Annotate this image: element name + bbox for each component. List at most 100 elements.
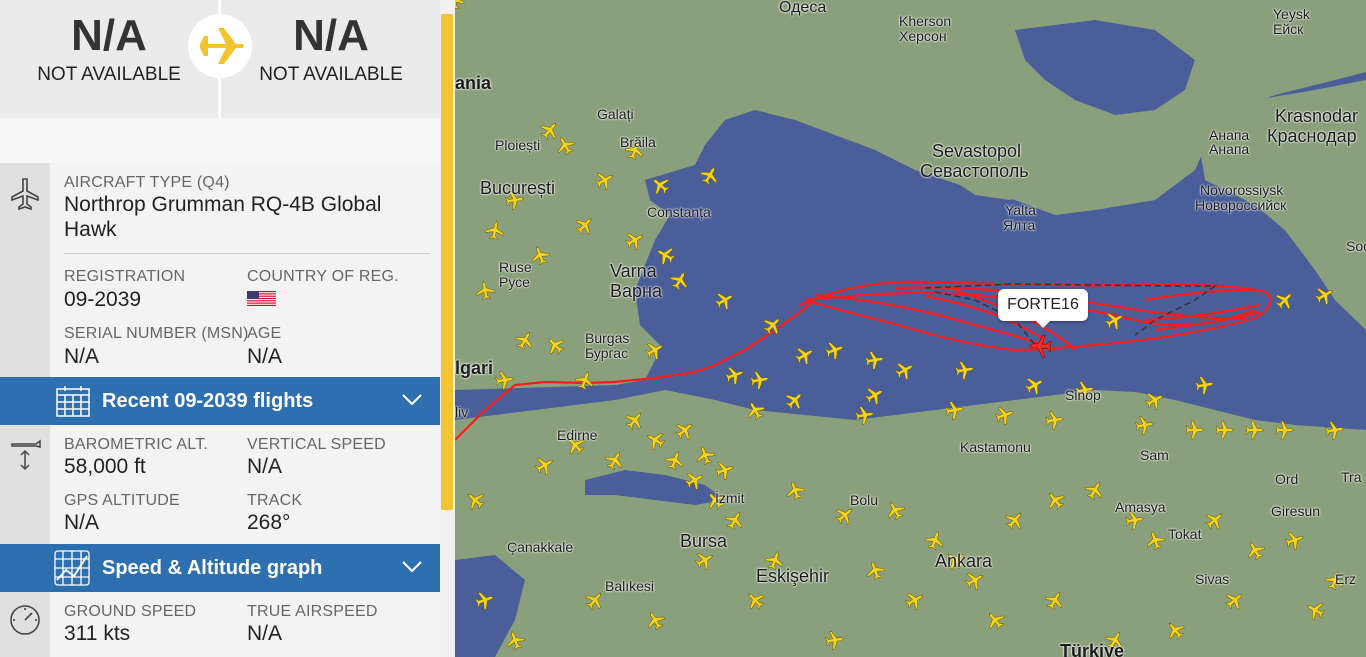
map-label-bolu: Bolu [850,492,879,508]
country-label: COUNTRY OF REG. [247,268,399,285]
aircraft-type-value-line2: Hawk [64,218,117,241]
map-label-ruse-cyr: Русе [499,274,530,290]
origin-block[interactable]: N/A NOT AVAILABLE [0,0,218,118]
map-label-burgas-cyr: Бургас [585,345,629,361]
map-label-odesa: Одеса [779,0,827,16]
vertical-speed-value: N/A [247,455,283,478]
vertical-speed-label: VERTICAL SPEED [247,436,386,453]
map-label-braila: Brăila [620,134,656,150]
map-label-bucuresti: București [480,178,556,198]
map-label-balikesir: Balıkesi [605,578,655,594]
map-label-canakkale: Çanakkale [507,539,574,555]
aircraft-type-value-line1: Northrop Grumman RQ-4B Global [64,193,382,216]
destination-block[interactable]: N/A NOT AVAILABLE [222,0,440,118]
origin-label: NOT AVAILABLE [37,64,181,85]
ground-speed-value: 311 kts [64,622,131,645]
calendar-icon [56,386,90,417]
map-label-romania: ania [455,73,492,93]
map-label-novorossiysk-cyr: Новороссийск [1195,197,1287,213]
graph-bar-title: Speed & Altitude graph [102,557,323,579]
speed-section: GROUND SPEED 311 kts TRUE AIRSPEED N/A [0,592,440,657]
map-label-sevastopol-cyr: Севастополь [920,161,1029,181]
map-label-burgas: Burgas [585,330,630,346]
aircraft-section-icon-col [0,163,50,377]
recent-flights-icon-col [0,377,50,425]
map-label-galati: Galați [597,106,634,122]
map-label-yeysk: Yeysk [1273,6,1310,22]
map-label-giresun: Giresun [1271,503,1321,519]
map-base [455,0,1366,657]
gps-alt-label: GPS ALTITUDE [64,492,180,509]
map-label-ruse: Ruse [499,259,532,275]
track-label: TRACK [247,492,303,509]
spacer-band [0,118,440,163]
map-label-kherson-cyr: Херсон [899,28,947,44]
map-label-kastamonu: Kastamonu [960,439,1031,455]
aircraft-section: AIRCRAFT TYPE (Q4) Northrop Grumman RQ-4… [0,163,440,377]
registration-value: 09-2039 [64,288,142,311]
chevron-down-icon[interactable] [402,393,422,407]
map-label-sevastopol: Sevastopol [932,141,1022,161]
map-label-edirne: Edirne [557,427,598,443]
route-plane-badge [188,14,252,78]
map-label-amasya: Amasya [1115,499,1166,515]
map-label-eskisehir: Eskişehir [756,566,830,586]
true-airspeed-label: TRUE AIRSPEED [247,603,378,620]
graph-icon [54,550,90,586]
flight-details-panel: N/A NOT AVAILABLE N/A NOT AVAILABLE AIRC… [0,0,440,657]
flight-map[interactable]: Одеса Kherson Херсон Yeysk Ейск Krasnoda… [455,0,1366,657]
baro-alt-value: 58,000 ft [64,455,146,478]
age-label: AGE [247,325,282,342]
recent-flights-title: Recent 09-2039 flights [102,390,314,412]
speedometer-icon [10,605,40,635]
map-label-trabzon: Tra [1341,469,1362,485]
aircraft-icon [11,178,39,211]
map-label-izmit: İzmit [715,490,745,506]
map-label-constanta: Constanța [647,204,711,220]
map-label-yeysk-cyr: Ейск [1273,21,1304,37]
destination-code: N/A [293,11,369,60]
us-flag-icon [247,291,276,306]
baro-alt-label: BAROMETRIC ALT. [64,436,209,453]
altitude-plane-icon [11,439,41,471]
serial-label: SERIAL NUMBER (MSN) [64,325,249,342]
chevron-down-icon[interactable] [402,560,422,574]
aircraft-separator [64,253,430,254]
ground-speed-label: GROUND SPEED [64,603,197,620]
airplane-icon [200,28,244,64]
map-label-krasnodar: Krasnodar [1275,106,1359,126]
map-label-sivas: Sivas [1195,571,1230,587]
map-label-sochi: Soc [1346,238,1366,254]
destination-label: NOT AVAILABLE [259,64,403,85]
aircraft-type-label: AIRCRAFT TYPE (Q4) [64,174,230,191]
map-label-tokat: Tokat [1168,526,1202,542]
map-label-yalta: Yalta [1005,202,1036,218]
registration-label: REGISTRATION [64,268,186,285]
speed-altitude-graph-bar[interactable]: Speed & Altitude graph [0,544,440,592]
map-label-bursa: Bursa [680,531,728,551]
altitude-section-icon-col [0,425,50,544]
map-label-ploiesti: Ploiești [495,137,541,153]
graph-bar-icon-col [0,544,50,592]
map-label-anapa-cyr: Анапа [1209,141,1250,157]
map-label-erzurum: Erz [1335,571,1356,587]
map-label-ordu: Ord [1275,471,1299,487]
speed-section-icon-col [0,592,50,657]
altitude-section: BAROMETRIC ALT. 58,000 ft VERTICAL SPEED… [0,425,440,544]
serial-value: N/A [64,345,100,368]
map-label-turkiye: Türkiye [1060,641,1125,657]
map-label-krasnodar-cyr: Краснодар [1267,126,1357,146]
map-label-samsun: Sam [1140,447,1169,463]
recent-flights-bar[interactable]: Recent 09-2039 flights [0,377,440,425]
panel-scroll-thumb[interactable] [441,14,453,510]
selected-flight-callout[interactable]: FORTE16 [998,289,1088,328]
map-label-kherson: Kherson [899,13,952,29]
gps-alt-value: N/A [64,511,100,534]
map-label-bulgaria: lgari [455,358,494,378]
route-header: N/A NOT AVAILABLE N/A NOT AVAILABLE [0,0,440,118]
map-label-sinop: Sinop [1065,387,1101,403]
true-airspeed-value: N/A [247,622,283,645]
map-label-ankara: Ankara [935,551,993,571]
map-label-varna: Varna [610,261,657,281]
map-label-varna-cyr: Варна [610,281,662,301]
